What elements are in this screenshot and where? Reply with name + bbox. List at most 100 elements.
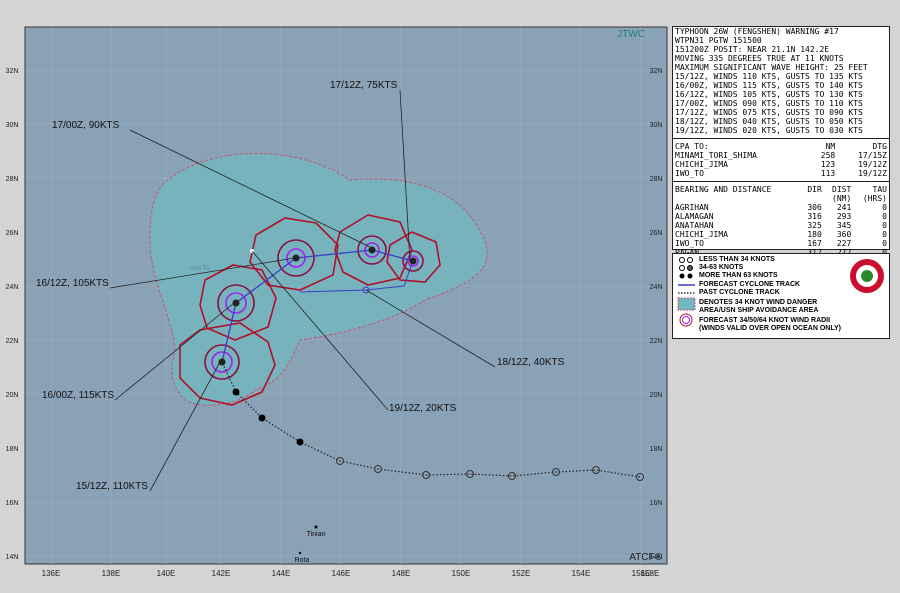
- cpa-row: MINAMI_TORI_SHIMA 258 17/15Z: [673, 151, 889, 160]
- cpa-header-nm: NM: [825, 142, 836, 151]
- bearing-cell: 360: [836, 230, 852, 239]
- danger-area-icon: [677, 297, 696, 311]
- place-label: Rota: [295, 557, 310, 564]
- lon-tick-label: 146E: [332, 569, 351, 578]
- cpa-cell: CHICHI_JIMA: [675, 160, 728, 169]
- warning-header-line: 16/00Z, WINDS 115 KTS, GUSTS TO 140 KTS: [675, 81, 863, 90]
- lat-tick-label: 26N: [6, 230, 19, 237]
- lat-tick-label: 16N: [6, 500, 19, 507]
- bearing-cell: 325: [807, 221, 822, 230]
- bearing-cell: 345: [836, 221, 852, 230]
- warning-header-line: MOVING 335 DEGREES TRUE AT 11 KNOTS: [675, 54, 844, 63]
- lon-tick-label: 144E: [272, 569, 291, 578]
- lon-tick-label: 138E: [102, 569, 121, 578]
- lat-tick-label-right: 26N: [650, 230, 663, 237]
- less-than-34-icon: [679, 257, 685, 263]
- forecast-label: 18/12Z, 40KTS: [497, 357, 565, 368]
- bearing-row: AGRIHAN 306 241 0: [673, 203, 889, 212]
- lat-tick-label: 14N: [6, 554, 19, 561]
- forecast-label: 15/12Z, 110KTS: [76, 481, 148, 492]
- lat-tick-label: 24N: [6, 284, 19, 291]
- warning-header-line: 151200Z POSIT: NEAR 21.1N 142.2E: [675, 45, 830, 54]
- bearing-row: ANATAHAN 325 345 0: [673, 221, 889, 230]
- lat-tick-label-right: 30N: [650, 122, 663, 129]
- bearing-subheader-nm: (NM): [832, 194, 852, 203]
- warning-header-line: TYPHOON 26W (FENGSHEN) WARNING #17: [675, 27, 839, 36]
- legend-34-63: 34-63 KNOTS: [699, 264, 744, 271]
- legend-winds-valid: (WINDS VALID OVER OPEN OCEAN ONLY): [699, 325, 841, 332]
- cpa-header-label: CPA TO:: [675, 142, 709, 151]
- forecast-label: 17/00Z, 90KTS: [52, 120, 120, 131]
- legend-avoidance-area: AREA/USN SHIP AVOIDANCE AREA: [699, 307, 819, 314]
- bearing-cell: ANATAHAN: [675, 221, 714, 230]
- bearing-cell: 0: [882, 203, 887, 212]
- bearing-cell: 316: [807, 212, 822, 221]
- cpa-row: IWO_TO 113 19/12Z: [673, 169, 889, 178]
- cpa-cell: 113: [820, 169, 836, 178]
- cpa-cell: 19/12Z: [858, 160, 887, 169]
- bearing-cell: 0: [882, 239, 887, 248]
- warning-header-line: MAXIMUM SIGNIFICANT WAVE HEIGHT: 25 FEET: [675, 63, 868, 72]
- lat-tick-label-right: 22N: [650, 338, 663, 345]
- bearing-cell: 306: [807, 203, 822, 212]
- bearing-subheader: [673, 194, 800, 203]
- lon-tick-label: 158E: [641, 569, 660, 578]
- lon-tick-label: 148E: [392, 569, 411, 578]
- bearing-header-dist: DIST: [832, 185, 852, 194]
- past-position-marker: [232, 388, 240, 396]
- legend-wind-radii: FORECAST 34/50/64 KNOT WIND RADII: [699, 317, 831, 324]
- lat-tick-label: 32N: [6, 68, 19, 75]
- island-marker: [314, 525, 318, 529]
- lat-tick-label-right: 28N: [650, 176, 663, 183]
- bearing-row: IWO_TO 167 227 0: [673, 239, 889, 248]
- warning-text-panel: TYPHOON 26W (FENGSHEN) WARNING #17 WTPN31…: [672, 26, 890, 257]
- lon-tick-label: 136E: [42, 569, 61, 578]
- lon-tick-label: 140E: [157, 569, 176, 578]
- lon-tick-label: 154E: [572, 569, 591, 578]
- cpa-header-dtg: DTG: [872, 142, 887, 151]
- bearing-cell: 293: [836, 212, 852, 221]
- lat-tick-label: 20N: [6, 392, 19, 399]
- bearing-row: ALAMAGAN 316 293 0: [673, 212, 889, 221]
- legend-forecast-track: FORECAST CYCLONE TRACK: [699, 281, 801, 288]
- cpa-row: CHICHI_JIMA 123 19/12Z: [673, 160, 889, 169]
- lon-tick-label: 142E: [212, 569, 231, 578]
- bearing-header-dir: DIR: [807, 185, 822, 194]
- bearing-cell: IWO_TO: [675, 239, 704, 248]
- lat-tick-label: 18N: [6, 446, 19, 453]
- warning-header-line: 15/12Z, WINDS 110 KTS, GUSTS TO 135 KTS: [675, 72, 863, 81]
- cpa-cell: IWO_TO: [675, 169, 704, 178]
- forecast-label: 19/12Z, 20KTS: [389, 403, 457, 414]
- lat-tick-label-right: 20N: [650, 392, 663, 399]
- past-position-marker: [296, 438, 304, 446]
- warning-header-line: 17/00Z, WINDS 090 KTS, GUSTS TO 110 KTS: [675, 99, 863, 108]
- more-than-63-icon: [679, 273, 685, 279]
- legend-more-63: MORE THAN 63 KNOTS: [699, 272, 778, 279]
- atcf-label: ATCF®: [629, 552, 662, 563]
- legend-danger-area: DENOTES 34 KNOT WIND DANGER: [699, 299, 818, 306]
- bearing-cell: 167: [807, 239, 822, 248]
- forecast-position-marker: [368, 246, 376, 254]
- bearing-cell: 241: [836, 203, 852, 212]
- lat-tick-label-right: 18N: [650, 446, 663, 453]
- bearing-cell: AGRIHAN: [675, 203, 709, 212]
- warning-header: TYPHOON 26W (FENGSHEN) WARNING #17 WTPN31…: [673, 27, 889, 135]
- cpa-cell: 17/15Z: [858, 151, 887, 160]
- cpa-cell: 258: [820, 151, 836, 160]
- bearing-cell: ALAMAGAN: [675, 212, 714, 221]
- forecast-label: 16/00Z, 115KTS: [42, 390, 114, 401]
- warning-header-line: 16/12Z, WINDS 105 KTS, GUSTS TO 130 KTS: [675, 90, 863, 99]
- warning-header-line: 18/12Z, WINDS 040 KTS, GUSTS TO 050 KTS: [675, 117, 863, 126]
- warning-header-line: 17/12Z, WINDS 075 KTS, GUSTS TO 090 KTS: [675, 108, 863, 117]
- cpa-cell: 123: [820, 160, 836, 169]
- cpa-table: CPA TO: NM DTG MINAMI_TORI_SHIMA 258 17/15…: [673, 142, 889, 178]
- bearing-cell: 227: [836, 239, 852, 248]
- warning-header-line: 19/12Z, WINDS 020 KTS, GUSTS TO 030 KTS: [675, 126, 863, 135]
- bearing-header-tau: TAU: [872, 185, 887, 194]
- lon-tick-label: 152E: [512, 569, 531, 578]
- bearing-header-label: BEARING AND DISTANCE: [675, 185, 772, 194]
- bearing-row: CHICHI_JIMA 180 360 0: [673, 230, 889, 239]
- place-label: Tinian: [307, 531, 326, 538]
- bearing-subheader-hrs: (HRS): [862, 194, 887, 203]
- bearing-cell: 0: [882, 230, 887, 239]
